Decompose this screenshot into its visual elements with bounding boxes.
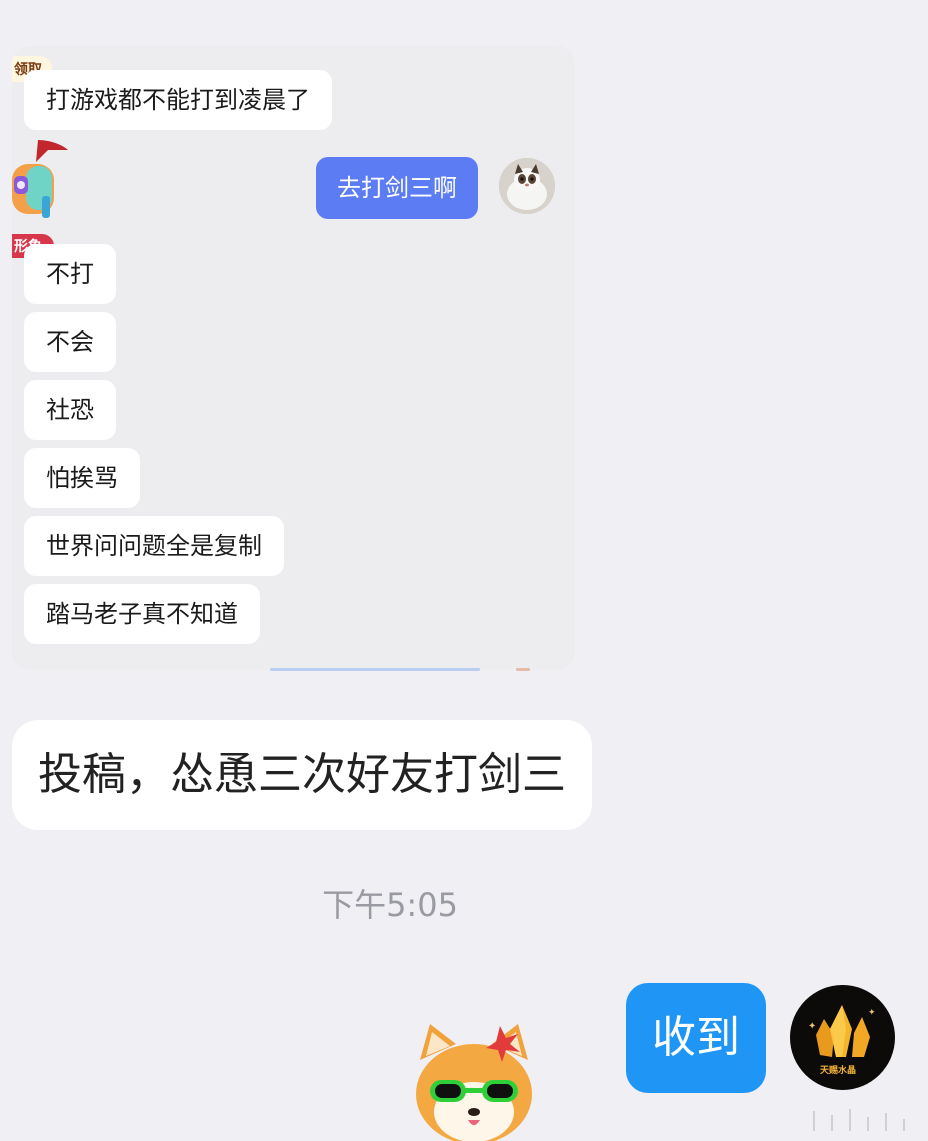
crystal-avatar-icon: ✦ ✦ 天赐水晶	[790, 985, 895, 1090]
cat-avatar-icon	[499, 158, 555, 214]
reply-message-4: 怕挨骂	[24, 448, 140, 508]
crystal-avatar[interactable]: ✦ ✦ 天赐水晶	[790, 985, 895, 1090]
reply-message-6: 踏马老子真不知道	[24, 584, 260, 644]
reply-message-1: 不打	[24, 244, 116, 304]
shiba-sunglasses-sticker-icon	[416, 1024, 532, 1141]
svg-text:✦: ✦	[868, 1008, 876, 1018]
reply-received-message[interactable]: 收到	[626, 983, 766, 1093]
reply-message-2: 不会	[24, 312, 116, 372]
crystal-avatar-caption: 天赐水晶	[820, 1064, 856, 1076]
incoming-message: 打游戏都不能打到凌晨了	[24, 70, 332, 130]
message-timestamp: 下午5:05	[322, 886, 458, 924]
card-cut-bubble-edge	[270, 668, 480, 671]
reply-message-5: 世界问问题全是复制	[24, 516, 284, 576]
reply-message-3: 社恐	[24, 380, 116, 440]
card-cut-avatar-edge	[516, 668, 530, 671]
watermark-icon	[813, 1109, 905, 1131]
chat-screenshot-card: 领取 打游戏都不能打到凌晨了 去打剑三啊 形象 不打 不会 社恐 怕挨骂 世界问…	[12, 46, 575, 670]
outgoing-message: 去打剑三啊	[316, 157, 478, 219]
submission-message[interactable]: 投稿，怂恿三次好友打剑三	[12, 720, 592, 830]
cat-avatar[interactable]	[499, 158, 555, 214]
robot-sticker-icon	[12, 140, 68, 218]
svg-text:✦: ✦	[808, 1021, 816, 1032]
